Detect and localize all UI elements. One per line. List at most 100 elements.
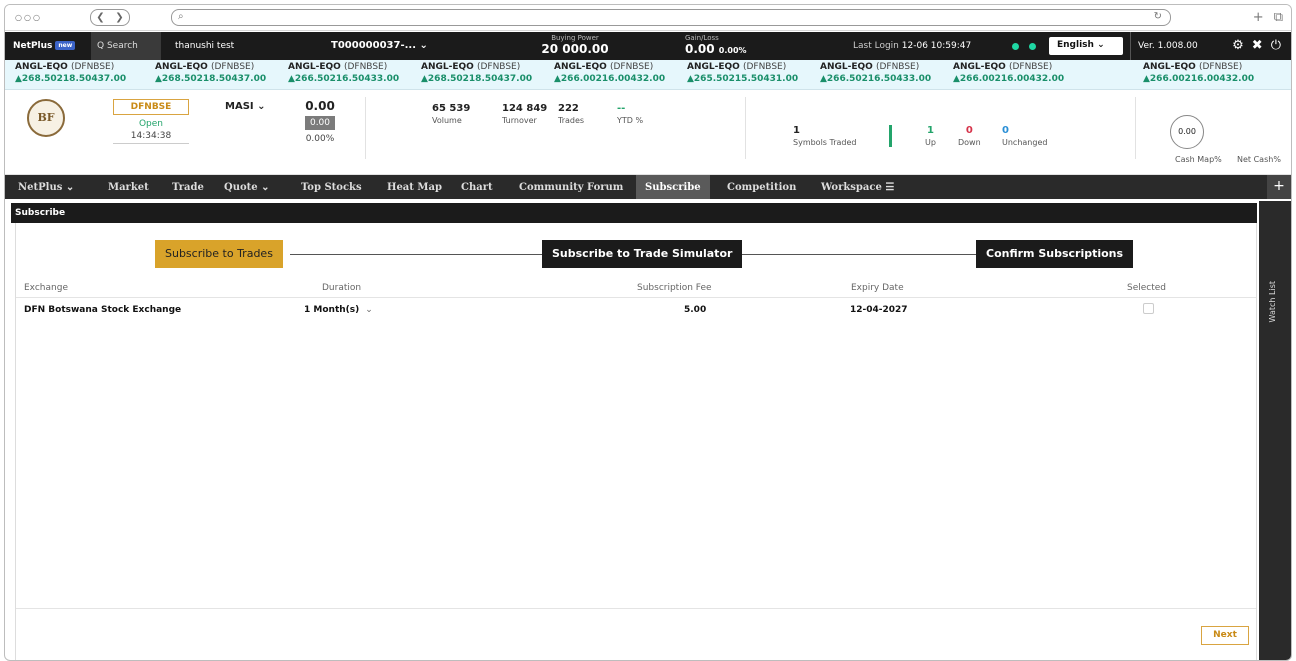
buying-power: Buying Power 20 000.00 — [525, 34, 625, 56]
power-icon[interactable]: ⏻ — [1271, 38, 1281, 53]
price-ticker: ANGL-EQO (DFNBSE) ▲268.50218.50437.00 AN… — [5, 60, 1291, 90]
unchanged-count: 0 Unchanged — [1002, 125, 1047, 147]
ticker-item[interactable]: ANGL-EQO (DFNBSE) ▲266.50216.50433.00 — [820, 62, 931, 84]
watch-list-panel[interactable]: Watch List — [1259, 201, 1291, 660]
nav-trade[interactable]: Trade — [163, 175, 213, 199]
symbols-traded-value: 1 — [793, 125, 800, 136]
buying-power-value: 20 000.00 — [541, 42, 609, 56]
volume-stat: 65 539 Volume — [432, 103, 470, 125]
forward-icon[interactable]: ❯ — [115, 12, 123, 23]
version-label: Ver. 1.008.00 — [1138, 41, 1198, 51]
add-tab-button[interactable]: + — [1267, 175, 1291, 199]
unchanged-label: Unchanged — [1002, 138, 1048, 147]
back-icon[interactable]: ❮ — [96, 12, 104, 23]
step-connector — [290, 254, 546, 255]
logo-text: NetPlus — [13, 41, 53, 51]
account-selector[interactable]: T000000037-... ⌄ — [331, 40, 428, 51]
netplus-logo[interactable]: NetPlus new — [13, 41, 76, 51]
nav-netplus[interactable]: NetPlus ⌄ — [9, 175, 83, 199]
ytd-label: YTD % — [617, 116, 644, 125]
header-search[interactable]: Q Search — [91, 32, 161, 60]
panel-title: Subscribe — [11, 203, 1257, 223]
col-subscription-fee: Subscription Fee — [637, 283, 712, 293]
next-button[interactable]: Next — [1201, 626, 1249, 645]
ticker-exchange: (DFNBSE) — [1008, 62, 1053, 72]
expand-icon[interactable]: ✖ — [1252, 38, 1263, 53]
language-select[interactable]: English ⌄ — [1049, 37, 1123, 55]
row-exchange: DFN Botswana Stock Exchange — [24, 305, 182, 315]
window-controls[interactable]: ○○○ — [15, 13, 42, 22]
cash-map-gauge: 0.00 — [1170, 115, 1204, 149]
ticker-value: ▲266.00216.00432.00 — [953, 74, 1065, 84]
ticker-item[interactable]: ANGL-EQO (DFNBSE) ▲266.00216.00432.00 — [554, 62, 665, 84]
up-label: Up — [925, 138, 936, 147]
browser-actions: + ⧉ — [1253, 10, 1283, 25]
ticker-symbol: ANGL-EQO — [288, 62, 341, 72]
trades-value: 222 — [558, 103, 579, 114]
nav-subscribe[interactable]: Subscribe — [636, 175, 710, 199]
index-pct: 0.00% — [305, 134, 335, 144]
buying-power-label: Buying Power — [551, 34, 599, 42]
nav-market[interactable]: Market — [99, 175, 158, 199]
ticker-symbol: ANGL-EQO — [687, 62, 740, 72]
step-confirm-subscriptions[interactable]: Confirm Subscriptions — [976, 240, 1134, 268]
ticker-symbol: ANGL-EQO — [953, 62, 1006, 72]
app-header: NetPlus new Q Search thanushi test T00000… — [5, 32, 1291, 60]
step-subscribe-trades[interactable]: Subscribe to Trades — [155, 240, 283, 268]
nav-workspace[interactable]: Workspace ☰ — [812, 175, 903, 199]
main-nav: NetPlus ⌄ Market Trade Quote ⌄ Top Stock… — [5, 175, 1291, 199]
nav-heat-map[interactable]: Heat Map — [378, 175, 451, 199]
row-fee: 5.00 — [684, 305, 707, 315]
step-subscribe-simulator[interactable]: Subscribe to Trade Simulator — [542, 240, 743, 268]
index-change: 0.00 — [304, 116, 336, 130]
selected-checkbox[interactable] — [1143, 303, 1154, 314]
ticker-item[interactable]: ANGL-EQO (DFNBSE) ▲266.00216.00432.00 — [1143, 62, 1254, 84]
ticker-value: ▲265.50215.50431.00 — [687, 74, 799, 84]
ticker-value: ▲268.50218.50437.00 — [155, 74, 267, 84]
ticker-item[interactable]: ANGL-EQO (DFNBSE) ▲268.50218.50437.00 — [15, 62, 126, 84]
ticker-item[interactable]: ANGL-EQO (DFNBSE) ▲268.50218.50437.00 — [421, 62, 532, 84]
step-connector — [732, 254, 980, 255]
exchange-tag[interactable]: DFNBSE — [113, 99, 189, 115]
ticker-value: ▲268.50218.50437.00 — [421, 74, 533, 84]
divider — [1135, 97, 1136, 159]
app-window: ○○○ ❮ ❯ ⌕ ↻ + ⧉ NetPlus new Q Search than… — [4, 4, 1292, 661]
ticker-item[interactable]: ANGL-EQO (DFNBSE) ▲266.00216.00432.00 — [953, 62, 1064, 84]
last-login: Last Login 12-06 10:59:47 — [853, 41, 971, 51]
new-tab-icon[interactable]: + — [1253, 10, 1264, 25]
ticker-value: ▲266.50216.50433.00 — [820, 74, 932, 84]
nav-chart[interactable]: Chart — [452, 175, 502, 199]
market-time: 14:34:38 — [113, 131, 189, 144]
nav-competition[interactable]: Competition — [718, 175, 805, 199]
ticker-item[interactable]: ANGL-EQO (DFNBSE) ▲268.50218.50437.00 — [155, 62, 266, 84]
table-header-rule — [16, 297, 1256, 298]
ticker-item[interactable]: ANGL-EQO (DFNBSE) ▲266.50216.50433.00 — [288, 62, 399, 84]
nav-community-forum[interactable]: Community Forum — [510, 175, 632, 199]
exchange-status: DFNBSE Open 14:34:38 — [113, 99, 189, 144]
address-bar[interactable]: ⌕ ↻ — [171, 9, 1171, 26]
subscribe-panel: Subscribe to Trades Subscribe to Trade S… — [15, 223, 1257, 660]
ticker-item[interactable]: ANGL-EQO (DFNBSE) ▲265.50215.50431.00 — [687, 62, 798, 84]
chevron-down-icon: ⌄ — [365, 305, 373, 315]
connection-status-dot — [1012, 43, 1019, 50]
gear-icon[interactable]: ⚙ — [1232, 38, 1244, 53]
index-selector[interactable]: MASI ⌄ — [225, 101, 265, 112]
ticker-exchange: (DFNBSE) — [343, 62, 388, 72]
col-expiry-date: Expiry Date — [851, 283, 904, 293]
reload-icon[interactable]: ↻ — [1154, 11, 1162, 22]
duration-select[interactable]: 1 Month(s) ⌄ — [304, 305, 373, 315]
down-value: 0 — [965, 125, 973, 136]
ticker-value: ▲266.50216.50433.00 — [288, 74, 400, 84]
ytd-value: -- — [617, 103, 626, 114]
ticker-symbol: ANGL-EQO — [554, 62, 607, 72]
up-value: 1 — [926, 125, 934, 136]
last-login-label: Last Login — [853, 41, 899, 51]
ticker-exchange: (DFNBSE) — [1198, 62, 1243, 72]
volume-value: 65 539 — [432, 103, 471, 114]
ticker-symbol: ANGL-EQO — [1143, 62, 1196, 72]
nav-quote[interactable]: Quote ⌄ — [215, 175, 279, 199]
price-status-dot — [1029, 43, 1036, 50]
nav-top-stocks[interactable]: Top Stocks — [292, 175, 371, 199]
window-icon[interactable]: ⧉ — [1274, 10, 1283, 25]
gain-loss: Gain/Loss 0.00 0.00% — [685, 34, 785, 56]
